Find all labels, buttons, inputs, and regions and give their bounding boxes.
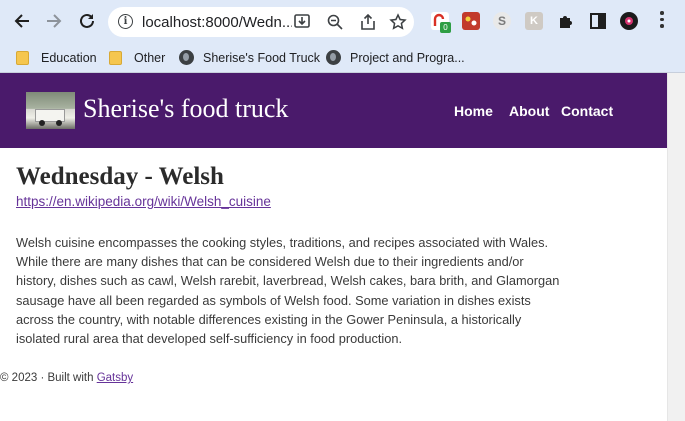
page-viewport: Sherise's food truck Home About Contact … xyxy=(0,73,667,421)
back-arrow-icon[interactable] xyxy=(11,10,33,32)
bookmarks-bar: Education Other Sherise's Food Truck Pro… xyxy=(0,42,685,73)
folder-icon xyxy=(16,50,29,65)
nav-home-link[interactable]: Home xyxy=(454,103,493,119)
browser-toolbar: i localhost:8000/Wedn... 0 S K xyxy=(0,0,685,42)
gatsby-link[interactable]: Gatsby xyxy=(97,372,133,384)
address-bar[interactable]: i localhost:8000/Wedn... xyxy=(108,7,414,37)
globe-icon xyxy=(179,50,194,65)
bookmark-label: Project and Progra... xyxy=(350,50,465,65)
extension-red-icon[interactable]: 0 xyxy=(431,12,451,33)
bookmark-education[interactable]: Education xyxy=(16,42,97,73)
footer-text: © 2023 · Built with xyxy=(0,372,94,384)
bookmark-star-icon[interactable] xyxy=(389,13,407,31)
extensions-puzzle-icon[interactable] xyxy=(557,12,575,30)
page-scrollbar[interactable] xyxy=(667,73,685,421)
bookmark-label: Education xyxy=(41,50,97,65)
page-footer: © 2023 · Built with Gatsby xyxy=(0,372,133,384)
reload-icon[interactable] xyxy=(76,10,98,32)
forward-arrow-icon[interactable] xyxy=(43,10,65,32)
browser-menu-icon[interactable] xyxy=(660,11,664,31)
page-title: Wednesday - Welsh xyxy=(16,163,224,190)
address-url[interactable]: localhost:8000/Wedn... xyxy=(142,14,292,31)
site-info-icon[interactable]: i xyxy=(118,14,133,29)
share-icon[interactable] xyxy=(359,13,377,31)
extension-game-icon[interactable] xyxy=(462,12,480,30)
bookmark-other[interactable]: Other xyxy=(109,42,165,73)
cuisine-description: Welsh cuisine encompasses the cooking st… xyxy=(16,235,560,347)
extension-s-icon[interactable]: S xyxy=(493,12,511,30)
food-truck-logo[interactable] xyxy=(26,92,75,129)
bookmark-label: Other xyxy=(134,50,166,65)
side-panel-icon[interactable] xyxy=(589,12,607,30)
nav-about-link[interactable]: About xyxy=(509,103,549,119)
profile-avatar[interactable] xyxy=(620,12,638,30)
wikipedia-link[interactable]: https://en.wikipedia.org/wiki/Welsh_cuis… xyxy=(16,194,271,209)
site-title[interactable]: Sherise's food truck xyxy=(83,94,288,124)
bookmark-food-truck[interactable]: Sherise's Food Truck xyxy=(179,42,320,73)
extension-k-icon[interactable]: K xyxy=(525,12,543,30)
extension-badge: 0 xyxy=(440,22,451,33)
install-app-icon[interactable] xyxy=(293,13,311,31)
bookmark-project[interactable]: Project and Progra... xyxy=(326,42,465,73)
nav-contact-link[interactable]: Contact xyxy=(561,103,613,119)
bookmark-label: Sherise's Food Truck xyxy=(203,50,321,65)
globe-icon xyxy=(326,50,341,65)
folder-icon xyxy=(109,50,122,65)
site-header: Sherise's food truck Home About Contact xyxy=(0,73,667,148)
zoom-icon[interactable] xyxy=(326,13,344,31)
